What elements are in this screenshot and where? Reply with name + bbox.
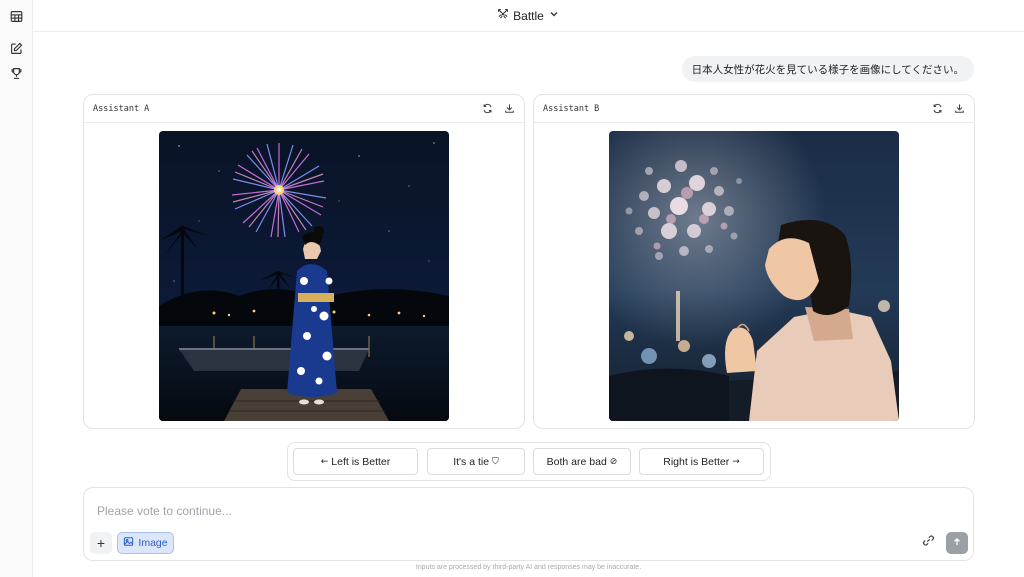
- download-icon[interactable]: [502, 102, 516, 116]
- sidebar: [0, 0, 33, 577]
- link-icon: [922, 534, 935, 552]
- panel-title: Assistant B: [543, 103, 600, 114]
- both-bad-label: Both are bad: [546, 455, 607, 468]
- prompt-input[interactable]: [97, 502, 797, 520]
- swords-icon: [497, 8, 509, 23]
- tie-button[interactable]: It's a tie ⛉: [427, 448, 525, 475]
- download-icon[interactable]: [952, 102, 966, 116]
- left-is-better-button[interactable]: ← Left is Better: [293, 448, 418, 475]
- regenerate-icon[interactable]: [480, 102, 494, 116]
- edit-icon[interactable]: [9, 41, 24, 56]
- vote-bar: ← Left is Better It's a tie ⛉ Both are b…: [287, 442, 771, 481]
- arrow-right-icon: →: [732, 456, 740, 467]
- user-message: 日本人女性が花火を見ている様子を画像にしてください。: [681, 56, 974, 82]
- add-attachment-button[interactable]: +: [90, 532, 112, 554]
- image-mode-button[interactable]: Image: [117, 532, 174, 554]
- image-icon: [123, 536, 134, 550]
- left-is-better-label: Left is Better: [331, 455, 391, 468]
- plus-icon: +: [96, 535, 106, 551]
- disclaimer: Inputs are processed by third-party AI a…: [415, 564, 642, 571]
- trophy-icon[interactable]: [9, 66, 24, 81]
- assistant-b-panel: Assistant B: [533, 94, 975, 429]
- right-is-better-button[interactable]: Right is Better →: [639, 448, 764, 475]
- chevron-down-icon: [548, 8, 560, 23]
- generated-image-a[interactable]: [159, 131, 449, 421]
- top-bar: Battle: [33, 0, 1024, 32]
- composer: + Image: [83, 487, 974, 561]
- right-is-better-label: Right is Better: [663, 455, 730, 468]
- panel-header: Assistant B: [534, 95, 974, 123]
- arrow-up-icon: [952, 534, 962, 552]
- link-button[interactable]: [919, 534, 937, 552]
- both-bad-button[interactable]: Both are bad ⊘: [533, 448, 631, 475]
- arrow-left-icon: ←: [320, 456, 329, 467]
- generated-image-b[interactable]: [609, 131, 899, 421]
- mode-label: Battle: [513, 8, 544, 23]
- regenerate-icon[interactable]: [930, 102, 944, 116]
- panel-title: Assistant A: [93, 103, 150, 114]
- send-button[interactable]: [946, 532, 968, 554]
- handshake-icon: ⛉: [492, 456, 499, 467]
- assistant-a-panel: Assistant A: [83, 94, 525, 429]
- panel-header: Assistant A: [84, 95, 524, 123]
- mode-selector[interactable]: Battle: [497, 8, 560, 23]
- ban-icon: ⊘: [609, 456, 618, 467]
- tie-label: It's a tie: [453, 455, 490, 468]
- image-mode-label: Image: [138, 537, 168, 549]
- table-icon[interactable]: [9, 9, 24, 24]
